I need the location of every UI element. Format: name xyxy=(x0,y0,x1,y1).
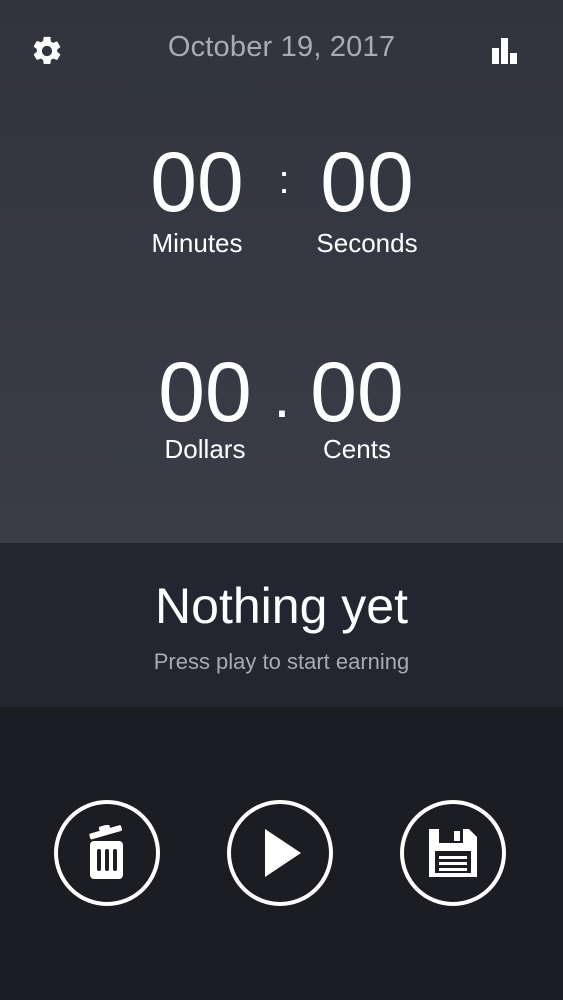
minutes-value: 00 xyxy=(150,135,244,229)
dollars-label: Dollars xyxy=(164,434,246,464)
save-button[interactable] xyxy=(400,800,506,906)
status-panel: Nothing yet Press play to start earning xyxy=(0,543,563,707)
seconds-label: Seconds xyxy=(316,228,418,258)
minutes-label: Minutes xyxy=(151,228,243,258)
play-button[interactable] xyxy=(227,800,333,906)
cents-value: 00 xyxy=(310,345,404,439)
play-icon xyxy=(265,829,301,877)
cents-label: Cents xyxy=(323,434,391,464)
floppy-disk-icon xyxy=(429,829,477,877)
seconds-value: 00 xyxy=(320,135,414,229)
current-date: October 19, 2017 xyxy=(167,31,396,63)
app-screen: October 19, 2017 00 : 00 Minutes Seconds… xyxy=(0,0,563,1000)
trash-icon xyxy=(89,825,123,879)
status-title: Nothing yet xyxy=(155,578,408,634)
bar-chart-icon[interactable] xyxy=(490,36,520,66)
delete-button[interactable] xyxy=(54,800,160,906)
status-subtitle: Press play to start earning xyxy=(153,649,410,674)
